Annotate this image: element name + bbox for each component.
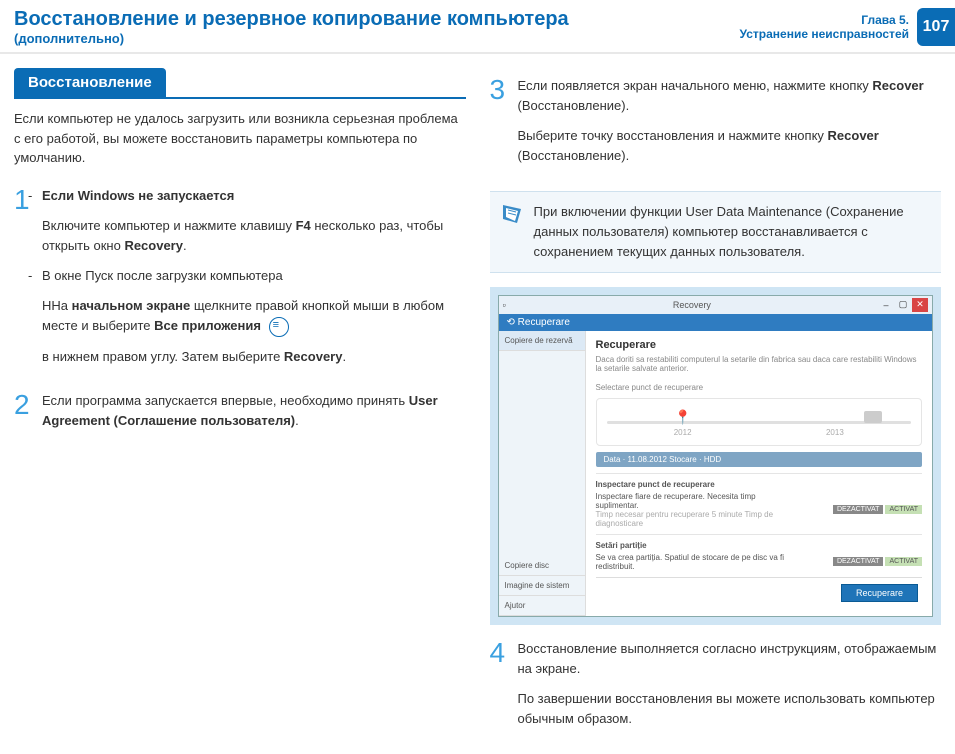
- step-number: 3: [490, 76, 518, 177]
- note-box: При включении функции User Data Maintena…: [490, 191, 942, 273]
- window-title: Recovery: [506, 300, 878, 310]
- sidebar-item-system-image[interactable]: Imagine de sistem: [499, 576, 585, 596]
- recover-button[interactable]: Recuperare: [841, 584, 918, 602]
- step-1: 1 Если Windows не запускается Включите к…: [14, 186, 466, 377]
- sidebar-item-help[interactable]: Ajutor: [499, 596, 585, 616]
- step-3: 3 Если появляется экран начального меню,…: [490, 76, 942, 177]
- page-subtitle: (дополнительно): [14, 31, 569, 46]
- step-2: 2 Если программа запускается впервые, не…: [14, 391, 466, 441]
- disk-icon: [864, 411, 882, 423]
- step-4: 4 Восстановление выполняется согласно ин…: [490, 639, 942, 740]
- sidebar-item-backup[interactable]: Copiere de rezervă: [499, 331, 585, 351]
- sidebar: Copiere de rezervă Copiere disc Imagine …: [499, 331, 586, 616]
- maximize-icon[interactable]: ▢: [895, 298, 911, 312]
- panel-heading: Recuperare: [596, 339, 923, 351]
- panel-desc: Daca doriti sa restabiliti computerul la…: [596, 355, 923, 373]
- app-header: ⟲ Recuperare: [499, 314, 933, 331]
- close-icon[interactable]: ✕: [912, 298, 928, 312]
- selection-info: Data · 11.08.2012 Stocare · HDD: [596, 452, 923, 467]
- minimize-icon[interactable]: –: [878, 298, 894, 312]
- pin-icon: 📍: [674, 409, 691, 426]
- partition-heading: Setări partiție: [596, 541, 923, 550]
- toggle-partition[interactable]: DEZACTIVATACTIVAT: [833, 557, 922, 566]
- option-inspect: Inspectare fiare de recuperare. Necesita…: [596, 492, 923, 528]
- step-number: 4: [490, 639, 518, 740]
- sidebar-item-copy-disk[interactable]: Copiere disc: [499, 556, 585, 576]
- all-apps-icon: [269, 317, 289, 337]
- note-icon: [500, 202, 524, 226]
- recovery-screenshot: ▫ Recovery – ▢ ✕ ⟲ Recuperare Copiere de…: [490, 287, 942, 625]
- section-title: Восстановление: [14, 68, 166, 97]
- option-partition: Se va crea partiția. Spatiul de stocare …: [596, 553, 923, 571]
- section-intro: Если компьютер не удалось загрузить или …: [14, 109, 466, 168]
- chapter-label: Глава 5. Устранение неисправностей: [740, 13, 909, 41]
- select-label: Selectare punct de recuperare: [596, 383, 923, 392]
- step-number: 2: [14, 391, 42, 441]
- page-title: Восстановление и резервное копирование к…: [14, 8, 569, 31]
- toggle-inspect[interactable]: DEZACTIVATACTIVAT: [833, 505, 922, 514]
- recovery-timeline[interactable]: 📍 20122013: [596, 398, 923, 446]
- options-heading: Inspectare punct de recuperare: [596, 480, 923, 489]
- page-number-badge: 107: [917, 8, 955, 46]
